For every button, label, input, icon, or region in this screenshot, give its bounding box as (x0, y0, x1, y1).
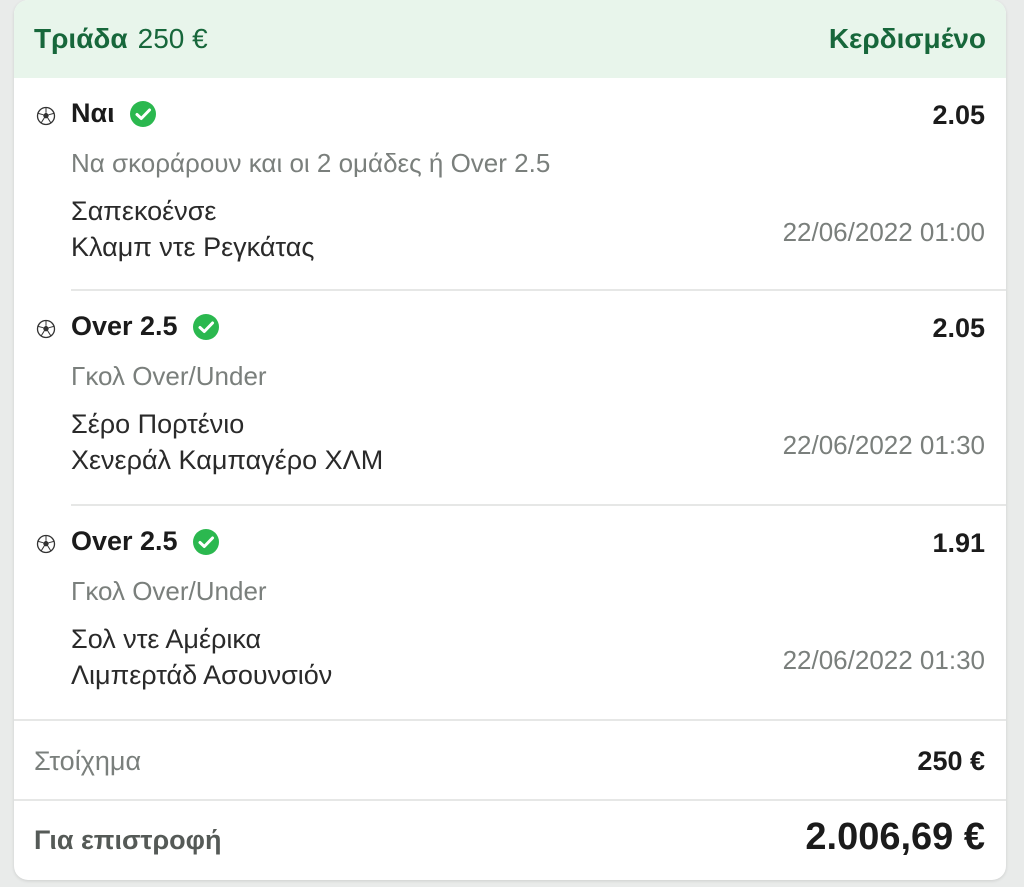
event-datetime: 22/06/2022 01:00 (782, 217, 985, 247)
away-team: Λιμπερτάδ Ασουνσιόν (71, 660, 333, 690)
return-value: 2.006,69 € (805, 816, 985, 858)
stake-value: 250 € (917, 746, 985, 776)
selection-item: Ναι 2.05 Να σκοράρουν και οι 2 ομάδες ή … (14, 78, 1006, 292)
selection-odds: 1.91 (932, 528, 985, 558)
return-label: Για επιστροφή (34, 825, 222, 855)
selection-pick: Over 2.5 (71, 526, 220, 557)
bet-slip-header: Τριάδα 250 € Κερδισμένο (14, 0, 1006, 78)
bet-slip-card: Τριάδα 250 € Κερδισμένο Ναι 2.05 Να σκορ… (14, 0, 1006, 880)
divider (14, 799, 1006, 801)
away-team: Κλαμπ ντε Ρεγκάτας (71, 232, 315, 262)
bet-type-label: Τριάδα (34, 23, 128, 54)
selection-market: Γκολ Over/Under (71, 576, 267, 606)
check-circle-icon (192, 313, 219, 340)
divider (14, 719, 1006, 721)
selection-item: Over 2.5 1.91 Γκολ Over/Under Σολ ντε Αμ… (14, 506, 1006, 720)
home-team: Σολ ντε Αμέρικα (71, 624, 262, 654)
home-team: Σαπεκοένσε (71, 196, 217, 226)
soccer-ball-icon (36, 106, 56, 126)
selection-odds: 2.05 (932, 100, 985, 130)
pick-label: Ναι (71, 98, 115, 128)
selection-pick: Ναι (71, 98, 157, 129)
event-datetime: 22/06/2022 01:30 (782, 645, 985, 675)
status-badge: Κερδισμένο (828, 23, 986, 54)
pick-label: Over 2.5 (71, 526, 178, 556)
selection-item: Over 2.5 2.05 Γκολ Over/Under Σέρο Πορτέ… (14, 291, 1006, 505)
selection-odds: 2.05 (932, 313, 985, 343)
selection-pick: Over 2.5 (71, 311, 220, 342)
check-circle-icon (129, 100, 156, 127)
event-datetime: 22/06/2022 01:30 (782, 430, 985, 460)
home-team: Σέρο Πορτένιο (71, 409, 245, 439)
bet-amount: 250 € (137, 23, 208, 54)
selection-market: Γκολ Over/Under (71, 361, 267, 391)
away-team: Χενεράλ Καμπαγέρο ΧΛΜ (71, 445, 384, 475)
stake-label: Στοίχημα (34, 746, 142, 776)
bet-type-group: Τριάδα 250 € (34, 23, 208, 55)
soccer-ball-icon (36, 319, 56, 339)
soccer-ball-icon (36, 534, 56, 554)
check-circle-icon (192, 528, 219, 555)
pick-label: Over 2.5 (71, 311, 178, 341)
selection-market: Να σκοράρουν και οι 2 ομάδες ή Over 2.5 (71, 148, 551, 178)
